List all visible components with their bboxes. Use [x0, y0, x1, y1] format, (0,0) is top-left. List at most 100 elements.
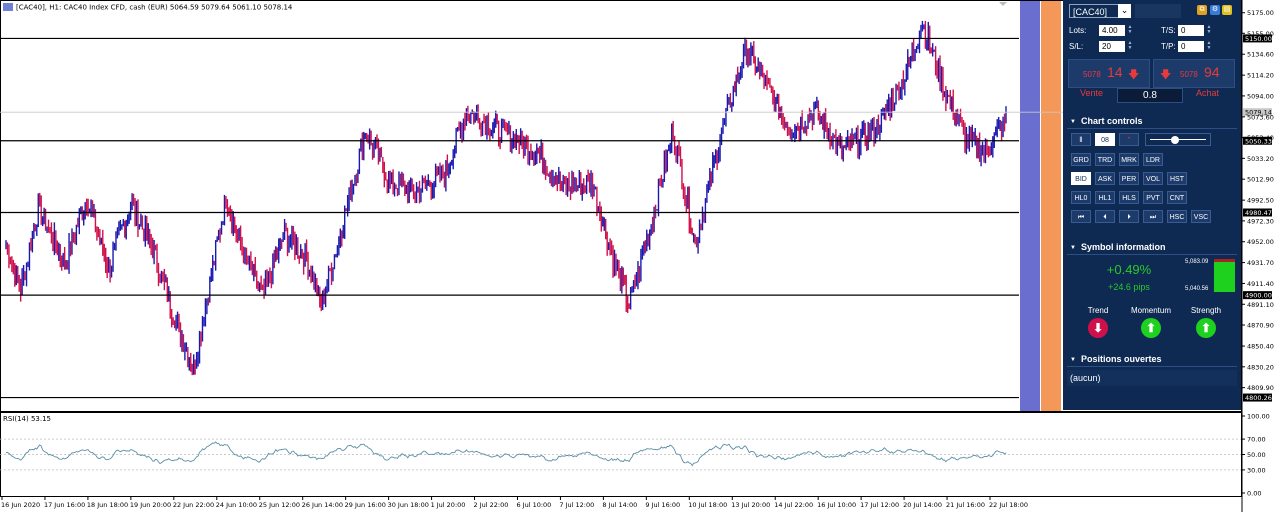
lots-stepper[interactable]: ▲ ▼: [1127, 25, 1133, 36]
indicator-label-strength: Strength: [1190, 306, 1222, 315]
chart-control-hls-button[interactable]: HLS: [1119, 191, 1139, 204]
change-percent: +0.49%: [1106, 262, 1152, 277]
time-tick-label: 24 Jun 10:00: [216, 501, 257, 509]
time-tick-label: 19 Jun 20:00: [130, 501, 171, 509]
chart-control-trd-button[interactable]: TRD: [1095, 153, 1115, 166]
buy-price-prefix: 5078: [1180, 70, 1198, 79]
volume-stripe-orange: [1041, 1, 1061, 411]
copy-icon[interactable]: ⧉: [1197, 5, 1207, 15]
trading-panel: [CAC40] ⌄ ⧉ ⚙ ▤ Lots: 4.00 ▲ ▼ T/S: 0 ▲ ▼ …: [1063, 0, 1241, 410]
layout-icon[interactable]: ▤: [1222, 5, 1232, 15]
time-tick-label: 29 Jun 16:00: [345, 501, 386, 509]
sl-input[interactable]: 20: [1099, 41, 1125, 52]
time-tick-label: 21 Jul 16:00: [946, 501, 985, 509]
chart-control-pvt-button[interactable]: PVT: [1143, 191, 1163, 204]
time-tick-label: 26 Jun 14:00: [302, 501, 343, 509]
price-tick-label: 5012.90: [1247, 176, 1274, 184]
time-tick-label: 14 Jul 22:00: [774, 501, 813, 509]
lots-input[interactable]: 4.00: [1099, 25, 1125, 36]
chart-control-nav3-button[interactable]: ⏭: [1143, 210, 1163, 223]
price-tick-label: 4891.10: [1247, 301, 1274, 309]
candle-mode-button[interactable]: ⫴: [1071, 133, 1091, 146]
chart-control-per-button[interactable]: PER: [1119, 172, 1139, 185]
positions-header[interactable]: ▼ Positions ouvertes: [1067, 352, 1237, 367]
range-bar-fill: [1214, 262, 1235, 292]
rsi-tick-label: 70.00: [1247, 436, 1266, 444]
price-tick-label: 4850.40: [1247, 343, 1274, 351]
chart-control-ask-button[interactable]: ASK: [1095, 172, 1115, 185]
sell-price-pips: 14: [1107, 64, 1123, 80]
price-tick-label: 5094.00: [1247, 92, 1274, 100]
chart-control-mrk-button[interactable]: MRK: [1119, 153, 1139, 166]
time-tick-label: 17 Jun 16:00: [44, 501, 85, 509]
time-tick-label: 25 Jun 12:00: [259, 501, 300, 509]
time-tick-label: 16 Jun 2020: [1, 501, 40, 509]
buy-caption: Achat: [1196, 88, 1220, 98]
chart-control-nav2-button[interactable]: ⏵: [1119, 210, 1139, 223]
positions-value: (aucun): [1067, 370, 1237, 386]
price-tick-label: 5053.40: [1247, 134, 1274, 142]
sl-label: S/L:: [1069, 42, 1084, 51]
time-tick-label: 2 Jul 22:00: [474, 501, 509, 509]
price-tick-label: 5033.20: [1247, 155, 1274, 163]
chart-controls-header[interactable]: ▼ Chart controls: [1067, 114, 1237, 129]
price-tag-label: 4980.47: [1245, 209, 1272, 217]
chart-control-vol-button[interactable]: VOL: [1143, 172, 1163, 185]
price-tick-label: 4911.40: [1247, 280, 1274, 288]
price-tag-label: 4800.26: [1245, 394, 1272, 402]
chart-controls-title: Chart controls: [1080, 116, 1143, 126]
time-tick-label: 10 Jul 18:00: [688, 501, 727, 509]
time-tick-label: 13 Jul 20:00: [731, 501, 770, 509]
time-tick-label: 6 Jul 10:00: [516, 501, 551, 509]
chart-control-hsc-button[interactable]: HSC: [1167, 210, 1187, 223]
chart-control-bid-button[interactable]: BID: [1071, 172, 1091, 185]
symbol-search-box[interactable]: [1135, 4, 1181, 18]
tp-stepper[interactable]: ▲ ▼: [1206, 41, 1212, 52]
collapse-icon: ▼: [1070, 119, 1076, 125]
collapse-icon: ▼: [1070, 357, 1076, 363]
chart-control-hst-button[interactable]: HST: [1167, 172, 1187, 185]
chevron-down-icon[interactable]: ⌄: [1118, 4, 1131, 18]
buy-price-pips: 94: [1204, 64, 1220, 80]
symbol-info-title: Symbol information: [1080, 242, 1166, 252]
price-tick-label: 5175.00: [1247, 9, 1274, 17]
chart-control-ldr-button[interactable]: LDR: [1143, 153, 1163, 166]
chart-control-hl0-button[interactable]: HL0: [1071, 191, 1091, 204]
time-tick-label: 18 Jun 18:00: [87, 501, 128, 509]
ts-stepper[interactable]: ▲ ▼: [1206, 25, 1212, 36]
arrow-up-icon: ⬆: [1196, 318, 1216, 338]
sell-button[interactable]: 5078 14 🡇: [1068, 59, 1150, 88]
price-tick-label: 4931.70: [1247, 259, 1274, 267]
tp-label: T/P:: [1161, 42, 1176, 51]
tp-input[interactable]: 0: [1178, 41, 1204, 52]
price-tick-label: 5114.20: [1247, 72, 1274, 80]
arrow-down-icon: 🡇: [1160, 69, 1172, 81]
time-tick-label: 22 Jun 22:00: [173, 501, 214, 509]
buy-button[interactable]: 🡇 5078 94: [1153, 59, 1235, 88]
ts-input[interactable]: 0: [1178, 25, 1204, 36]
sl-stepper[interactable]: ▲ ▼: [1127, 41, 1133, 52]
price-tick-label: 5155.00: [1247, 30, 1274, 38]
symbol-info-header[interactable]: ▼ Symbol information: [1067, 240, 1237, 255]
rsi-label: RSI(14) 53.15: [3, 415, 51, 423]
chart-control-vsc-button[interactable]: VSC: [1191, 210, 1211, 223]
lots-label: Lots:: [1069, 26, 1087, 35]
zoom-slider[interactable]: [1145, 133, 1211, 146]
zoom-slider-handle[interactable]: [1171, 136, 1179, 144]
bar-mode-button[interactable]: 08: [1095, 133, 1115, 146]
line-mode-button[interactable]: ⌃: [1119, 133, 1139, 146]
arrow-down-icon: ⬇: [1088, 318, 1108, 338]
price-tick-label: 4992.50: [1247, 197, 1274, 205]
indicator-label-momentum: Momentum: [1131, 306, 1172, 315]
chart-control-cnt-button[interactable]: CNT: [1167, 191, 1187, 204]
arrow-down-icon: 🡇: [1128, 69, 1140, 81]
chart-control-hl1-button[interactable]: HL1: [1095, 191, 1115, 204]
time-tick-label: 20 Jul 14:00: [903, 501, 942, 509]
gear-icon[interactable]: ⚙: [1210, 5, 1220, 15]
sell-price-prefix: 5078: [1083, 70, 1101, 79]
rsi-tick-label: 50.00: [1247, 451, 1266, 459]
volume-stripe-blue: [1020, 1, 1040, 411]
chart-control-nav1-button[interactable]: ⏴: [1095, 210, 1115, 223]
chart-control-grd-button[interactable]: GRD: [1071, 153, 1091, 166]
chart-control-nav0-button[interactable]: ⏮: [1071, 210, 1091, 223]
